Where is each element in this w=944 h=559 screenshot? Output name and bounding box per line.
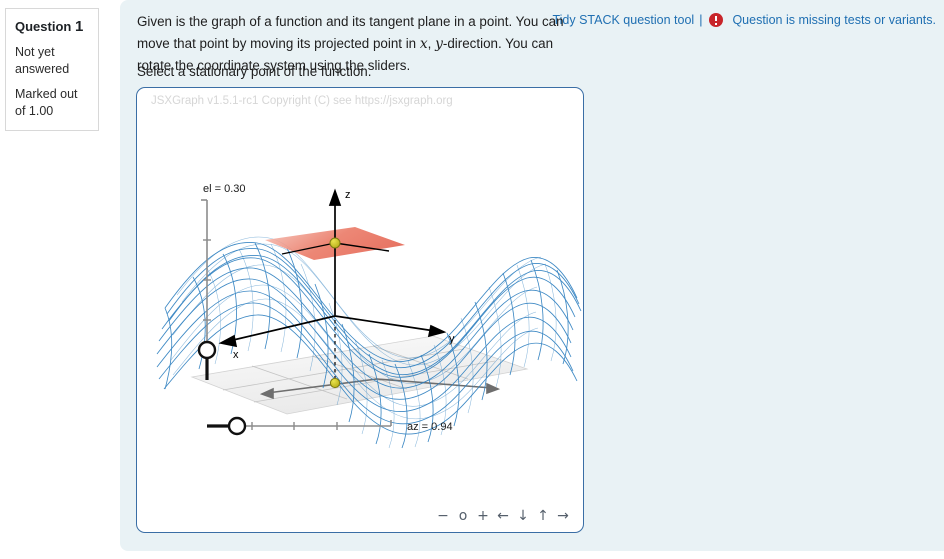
zoom-in-icon[interactable]: + [473,508,493,524]
pan-down-icon[interactable]: ↓ [513,508,533,524]
pan-right-icon[interactable]: → [553,508,573,524]
question-content-panel: Tidy STACK question tool | Question is m… [120,0,944,551]
question-instruction: Select a stationary point of the functio… [137,64,372,79]
axis-label-z: z [345,189,351,201]
error-circle-icon [709,13,724,27]
projected-point[interactable] [329,377,341,389]
axis-label-x: x [233,349,239,361]
missing-tests-warning: Question is missing tests or variants. [732,13,936,27]
math-variable-y: y [435,35,443,52]
zoom-out-icon[interactable]: − [433,508,453,524]
axis-label-y: y [449,333,455,345]
elevation-slider[interactable] [197,199,217,380]
azimuth-slider-label: az = 0.94 [407,421,453,433]
math-variable-x: x [419,35,428,52]
azimuth-slider[interactable] [207,416,392,436]
prompt-comma: , [427,35,436,51]
question-number: 1 [74,18,84,35]
tidy-bar-separator: | [699,13,703,27]
elevation-slider-handle[interactable] [197,340,217,360]
pan-left-icon[interactable]: ← [493,508,513,524]
tidy-stack-bar: Tidy STACK question tool | Question is m… [552,13,936,27]
question-state: Not yet answered [15,45,70,77]
reset-zoom-icon[interactable]: o [453,508,473,524]
surface-point[interactable] [329,237,341,249]
question-title-text: Question [15,19,72,34]
jsxgraph-navigation-bar[interactable]: − o + ← ↓ ↑ → [433,508,573,524]
elevation-slider-label: el = 0.30 [203,183,246,195]
question-mark: Marked out of 1.00 [15,87,78,118]
azimuth-slider-handle[interactable] [227,416,247,436]
jsxgraph-board[interactable]: JSXGraph v1.5.1-rc1 Copyright (C) see ht… [136,87,584,533]
surface-plot-svg[interactable]: z x y el = 0.30 az = 0.94 [137,88,583,532]
question-info-box: Question 1 Not yet answered Marked out o… [5,8,99,131]
question-title: Question 1 [15,17,90,37]
pan-up-icon[interactable]: ↑ [533,508,553,524]
